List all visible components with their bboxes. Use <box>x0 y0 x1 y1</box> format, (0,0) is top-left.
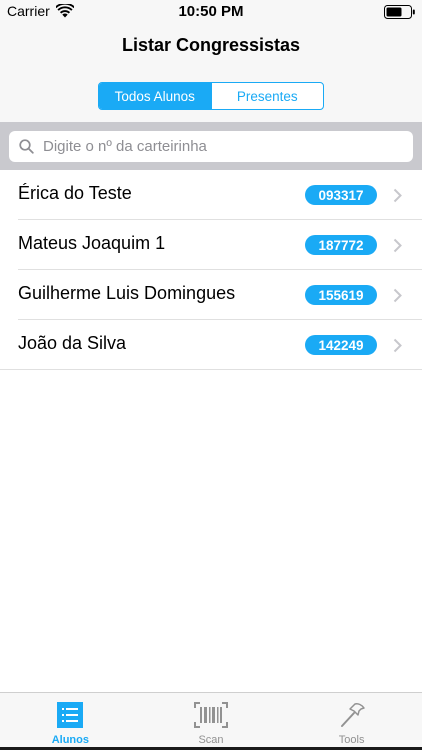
search-bar: Digite o nº da carteirinha <box>0 122 422 170</box>
chevron-right-icon <box>393 288 402 303</box>
app-screen: Carrier 10:50 PM Listar Congressistas To… <box>0 0 422 750</box>
tab-label: Scan <box>198 734 224 746</box>
chevron-right-icon <box>393 188 402 203</box>
tab-tools[interactable]: Tools <box>281 693 422 750</box>
status-time: 10:50 PM <box>178 3 244 20</box>
list-item[interactable]: Mateus Joaquim 1 187772 <box>0 220 422 270</box>
tab-label: Alunos <box>51 734 89 746</box>
search-icon <box>19 139 34 154</box>
list-item[interactable]: Guilherme Luis Domingues 155619 <box>0 270 422 320</box>
segment-presentes[interactable]: Presentes <box>210 83 324 109</box>
tab-label: Tools <box>338 734 365 746</box>
student-id-badge: 155619 <box>305 285 377 305</box>
segmented-control: Todos Alunos Presentes <box>98 82 324 110</box>
segment-todos-alunos[interactable]: Todos Alunos <box>99 83 211 109</box>
hammer-icon <box>340 703 365 727</box>
chevron-right-icon <box>393 338 402 353</box>
navigation-bar: Listar Congressistas Todos Alunos Presen… <box>0 24 422 122</box>
search-placeholder: Digite o nº da carteirinha <box>43 138 207 155</box>
tab-alunos[interactable]: Alunos <box>0 693 141 750</box>
page-title: Listar Congressistas <box>121 35 301 55</box>
student-name: Mateus Joaquim 1 <box>18 233 166 253</box>
list-item[interactable]: Érica do Teste 093317 <box>0 170 422 220</box>
student-id-badge: 093317 <box>305 185 377 205</box>
status-bar: Carrier 10:50 PM <box>0 0 422 24</box>
search-input[interactable]: Digite o nº da carteirinha <box>9 131 413 162</box>
battery-icon <box>384 5 415 19</box>
list-item[interactable]: João da Silva 142249 <box>0 320 422 370</box>
list-icon <box>57 702 84 728</box>
tab-bar: Alunos Scan Tools <box>0 692 422 750</box>
student-name: João da Silva <box>18 333 127 353</box>
student-id-badge: 187772 <box>305 235 377 255</box>
student-name: Érica do Teste <box>18 183 132 203</box>
student-name: Guilherme Luis Domingues <box>18 283 236 303</box>
chevron-right-icon <box>393 238 402 253</box>
tab-scan[interactable]: Scan <box>141 693 282 750</box>
student-id-badge: 142249 <box>305 335 377 355</box>
barcode-icon <box>193 702 228 728</box>
student-list: Érica do Teste 093317 Mateus Joaquim 1 1… <box>0 170 422 370</box>
